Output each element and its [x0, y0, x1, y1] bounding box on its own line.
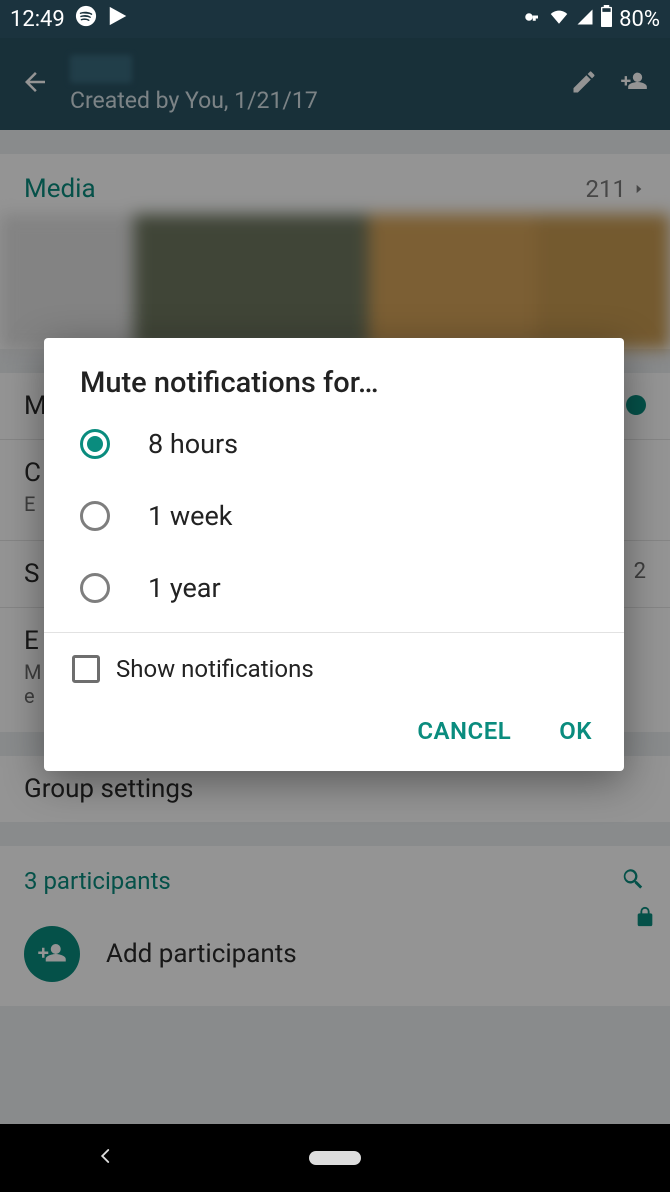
mute-option-1-year[interactable]: 1 year: [44, 552, 624, 624]
radio-selected-icon[interactable]: [80, 429, 110, 459]
status-time: 12:49: [10, 7, 65, 32]
battery-icon: [600, 5, 613, 33]
nav-home-pill[interactable]: [309, 1151, 361, 1165]
battery-percent: 80%: [619, 7, 660, 32]
vpn-key-icon: [516, 7, 542, 32]
dialog-title: Mute notifications for…: [44, 366, 624, 408]
ok-button[interactable]: OK: [559, 717, 592, 745]
wifi-icon: [548, 7, 570, 32]
cancel-button[interactable]: CANCEL: [417, 717, 511, 745]
mute-dialog: Mute notifications for… 8 hours 1 week 1…: [44, 338, 624, 771]
radio-unselected-icon[interactable]: [80, 501, 110, 531]
show-notifications-checkbox-row[interactable]: Show notifications: [44, 633, 624, 693]
mute-option-8-hours[interactable]: 8 hours: [44, 408, 624, 480]
nav-back-icon[interactable]: [97, 1147, 115, 1169]
checkbox-unchecked-icon[interactable]: [72, 655, 100, 683]
radio-unselected-icon[interactable]: [80, 573, 110, 603]
android-nav-bar: [0, 1124, 670, 1192]
mute-option-1-week[interactable]: 1 week: [44, 480, 624, 552]
spotify-icon: [75, 5, 97, 33]
play-store-icon: [107, 5, 129, 33]
signal-icon: [576, 7, 594, 32]
status-bar: 12:49 80%: [0, 0, 670, 38]
